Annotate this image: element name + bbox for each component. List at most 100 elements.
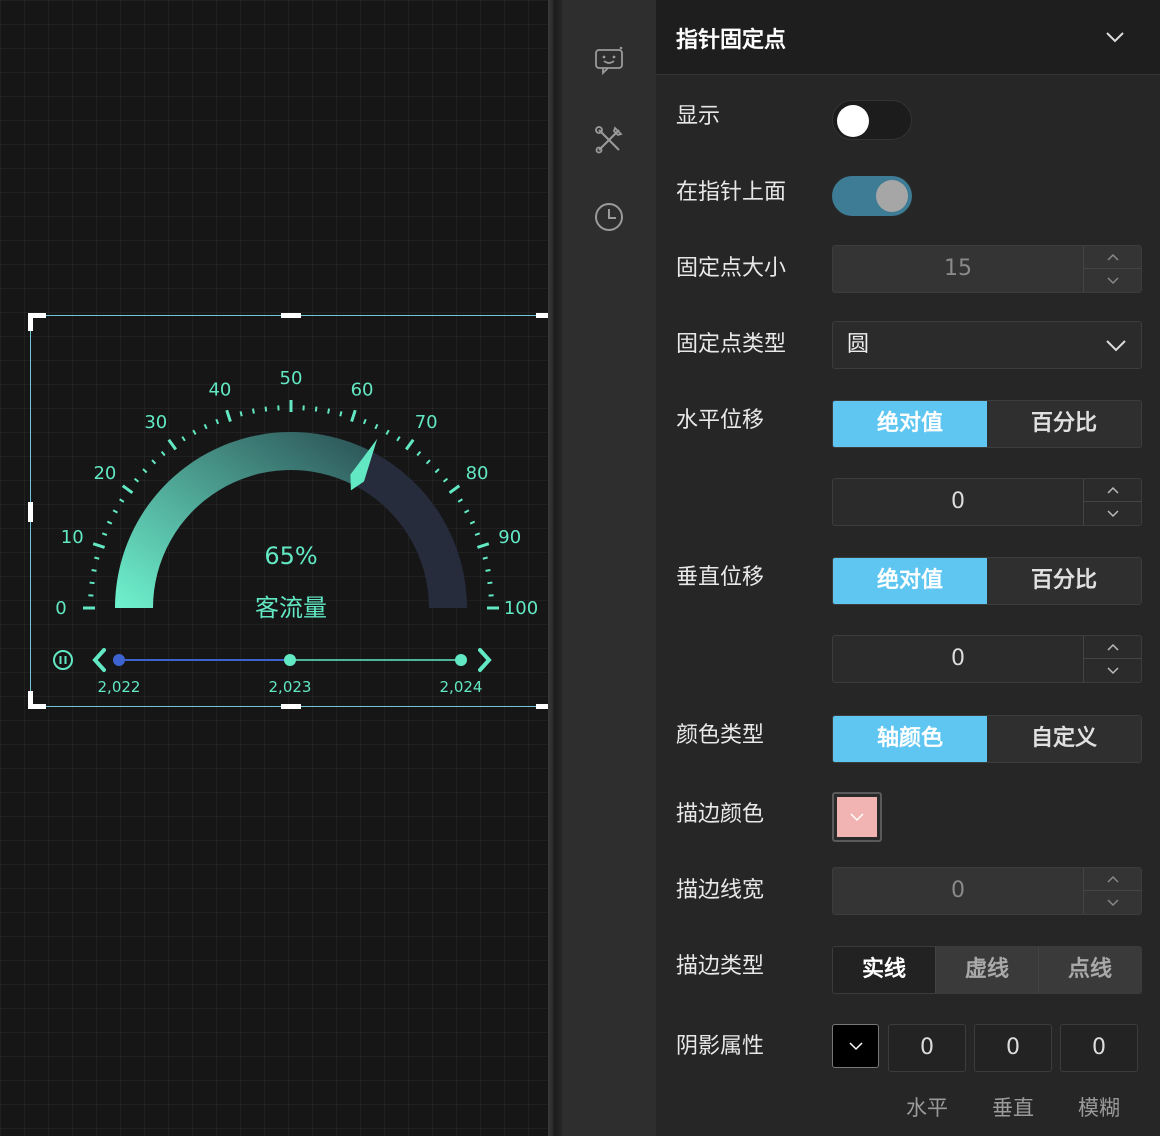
gauge-value-label: 65% (264, 542, 317, 570)
point-size-stepper (1083, 246, 1142, 292)
stroke-width-label: 描边线宽 (676, 878, 765, 903)
chevron-up-icon[interactable] (1084, 868, 1142, 891)
gauge-tick-label: 80 (466, 463, 489, 484)
tools-icon[interactable] (592, 123, 626, 157)
h-offset-percent-option[interactable]: 百分比 (987, 401, 1141, 447)
design-canvas[interactable]: 0 10 20 30 40 50 60 70 80 90 100 65% 客流量 2,022 2,0… (0, 0, 548, 1136)
resize-handle[interactable] (281, 704, 301, 709)
timeline-label: 2,022 (98, 678, 141, 696)
show-label: 显示 (676, 104, 721, 129)
timeline-point[interactable] (455, 654, 467, 666)
stroke-width-input[interactable]: 0 (832, 867, 1142, 915)
gauge-major-tick (92, 542, 106, 549)
gauge-tick-label: 60 (351, 379, 374, 400)
color-type-label: 颜色类型 (676, 723, 765, 748)
shadow-color-picker[interactable] (832, 1024, 879, 1068)
color-type-custom-option[interactable]: 自定义 (987, 716, 1141, 762)
resize-handle[interactable] (536, 691, 548, 709)
panel-title: 指针固定点 (676, 28, 787, 53)
shadow-blur-input[interactable]: 0 (1060, 1024, 1138, 1072)
gauge-minor-tick (362, 418, 367, 425)
h-offset-stepper (1083, 479, 1142, 525)
v-offset-input[interactable]: 0 (832, 635, 1142, 683)
show-toggle[interactable] (832, 100, 912, 140)
gauge-minor-tick (119, 498, 125, 503)
chevron-down-icon[interactable] (1084, 659, 1142, 682)
toggle-knob (876, 180, 908, 212)
gauge-major-tick (404, 438, 415, 451)
gauge-minor-tick (482, 556, 488, 560)
clock-icon[interactable] (592, 200, 626, 234)
v-offset-absolute-option[interactable]: 绝对值 (833, 558, 987, 604)
timeline-label: 2,024 (440, 678, 483, 696)
resize-handle[interactable] (28, 313, 46, 331)
stroke-type-label: 描边类型 (676, 954, 765, 979)
gauge-minor-tick (101, 532, 108, 537)
icon-rail (562, 0, 656, 1136)
on-top-label: 在指针上面 (676, 180, 787, 205)
gauge-minor-tick (251, 408, 255, 414)
gauge-minor-tick (434, 468, 440, 474)
gauge-major-tick (121, 484, 134, 495)
h-offset-absolute-option[interactable]: 绝对值 (833, 401, 987, 447)
gauge-major-tick (448, 484, 461, 495)
point-size-value: 15 (944, 256, 972, 281)
chevron-up-icon[interactable] (1084, 479, 1142, 502)
stroke-width-stepper (1083, 868, 1142, 914)
chevron-down-icon[interactable] (1084, 269, 1142, 292)
timeline-next-icon[interactable] (478, 648, 492, 672)
h-offset-mode-toggle: 绝对值 百分比 (832, 400, 1142, 448)
h-offset-input[interactable]: 0 (832, 478, 1142, 526)
v-offset-stepper (1083, 636, 1142, 682)
shadow-h-label: 水平 (906, 1096, 948, 1120)
point-size-input[interactable]: 15 (832, 245, 1142, 293)
shadow-v-input[interactable]: 0 (974, 1024, 1052, 1072)
chevron-down-icon (848, 1042, 863, 1051)
gauge-minor-tick (91, 568, 97, 572)
gauge-tick-label: 100 (504, 598, 538, 619)
chevron-up-icon[interactable] (1084, 636, 1142, 659)
gauge-major-tick (350, 409, 357, 423)
panel-splitter[interactable] (548, 0, 562, 1136)
stroke-type-dashed-option[interactable]: 虚线 (936, 947, 1039, 993)
stroke-type-dotted-option[interactable]: 点线 (1039, 947, 1141, 993)
gauge-minor-tick (396, 436, 401, 442)
gauge-minor-tick (385, 429, 390, 435)
shadow-h-input[interactable]: 0 (888, 1024, 966, 1072)
timeline-point[interactable] (284, 654, 296, 666)
v-offset-mode-toggle: 绝对值 百分比 (832, 557, 1142, 605)
point-type-select[interactable]: 圆 (832, 321, 1142, 369)
chevron-down-icon[interactable] (1084, 502, 1142, 525)
app-root: 0 10 20 30 40 50 60 70 80 90 100 65% 客流量 2,022 2,0… (0, 0, 1160, 1136)
stroke-color-picker[interactable] (832, 792, 882, 842)
gauge-minor-tick (374, 423, 379, 430)
toggle-knob (837, 105, 869, 137)
timeline-prev-icon[interactable] (92, 648, 106, 672)
gauge-major-tick (167, 438, 178, 451)
stroke-type-solid-option[interactable]: 实线 (833, 947, 936, 993)
resize-handle[interactable] (28, 691, 46, 709)
resize-handle[interactable] (28, 502, 33, 522)
timeline-point-current[interactable] (113, 654, 125, 666)
collapse-chevron-icon[interactable] (1102, 24, 1128, 50)
resize-handle[interactable] (281, 313, 301, 318)
gauge-minor-tick (181, 436, 186, 442)
chevron-up-icon[interactable] (1084, 246, 1142, 269)
play-pause-button[interactable] (53, 650, 73, 670)
resize-handle[interactable] (536, 313, 548, 331)
color-type-axis-option[interactable]: 轴颜色 (833, 716, 987, 762)
stroke-color-label: 描边颜色 (676, 802, 765, 827)
gauge-minor-tick (151, 459, 157, 465)
h-offset-label: 水平位移 (676, 408, 765, 433)
chevron-down-icon[interactable] (1084, 891, 1142, 914)
gauge-tick-label: 30 (144, 412, 167, 433)
gauge-name-label: 客流量 (255, 594, 327, 622)
panel-header[interactable]: 指针固定点 (656, 0, 1160, 75)
v-offset-percent-option[interactable]: 百分比 (987, 558, 1141, 604)
shadow-blur-label: 模糊 (1078, 1096, 1120, 1120)
gauge-minor-tick (215, 418, 220, 425)
chat-bot-icon[interactable] (592, 44, 626, 78)
on-top-toggle[interactable] (832, 176, 912, 216)
gauge-widget[interactable]: 0 10 20 30 40 50 60 70 80 90 100 65% 客流量 2,022 2,0… (28, 313, 548, 709)
point-type-label: 固定点类型 (676, 332, 787, 357)
